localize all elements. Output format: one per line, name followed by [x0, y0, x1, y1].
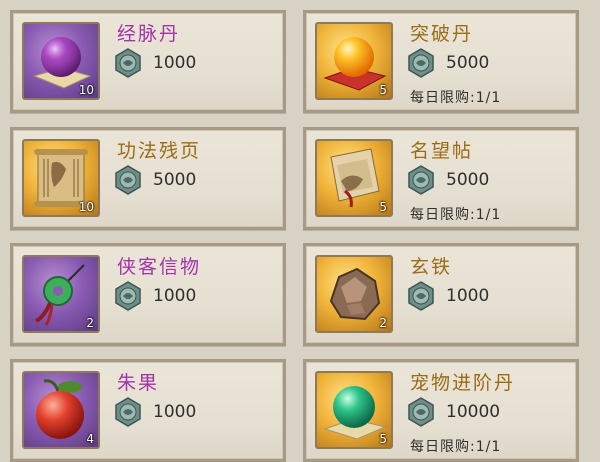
- item-name: 经脉丹: [117, 23, 181, 45]
- item-count: 10: [78, 200, 94, 214]
- scroll-page-icon: 10: [22, 139, 100, 217]
- item-price: 5000: [406, 165, 489, 195]
- item-price: 5000: [406, 48, 489, 78]
- shop-item-card[interactable]: 2 侠客信物 1000: [10, 243, 286, 346]
- red-fruit-icon: 4: [22, 371, 100, 449]
- price-value: 1000: [153, 53, 197, 73]
- shop-item-card[interactable]: 4 朱果 1000: [10, 359, 286, 462]
- purple-orb-icon: 10: [22, 22, 100, 100]
- shop-item-card[interactable]: 5 名望帖 5000 每日限购:1/1: [303, 127, 579, 230]
- item-name: 朱果: [117, 372, 160, 394]
- item-price: 5000: [113, 165, 196, 195]
- item-name: 功法残页: [117, 140, 202, 162]
- shop-item-card[interactable]: 10 功法残页 5000: [10, 127, 286, 230]
- item-price: 1000: [113, 48, 196, 78]
- iron-ore-icon: 2: [315, 255, 393, 333]
- item-price: 10000: [406, 397, 500, 427]
- jade-coin-icon: [408, 48, 434, 78]
- jade-pendant-icon: 2: [22, 255, 100, 333]
- daily-limit-text: 每日限购:1/1: [410, 207, 502, 223]
- jade-coin-icon: [408, 397, 434, 427]
- item-name: 宠物进阶丹: [410, 372, 516, 394]
- jade-coin-icon: [115, 48, 141, 78]
- shop-item-card[interactable]: 2 玄铁 1000: [303, 243, 579, 346]
- jade-coin-icon: [115, 165, 141, 195]
- price-value: 1000: [153, 286, 197, 306]
- golden-orb-icon: 5: [315, 22, 393, 100]
- item-price: 1000: [113, 281, 196, 311]
- shop-item-card[interactable]: 10 经脉丹 1000: [10, 10, 286, 113]
- item-count: 5: [379, 200, 387, 214]
- jade-coin-icon: [115, 281, 141, 311]
- daily-limit-text: 每日限购:1/1: [410, 439, 502, 455]
- item-price: 1000: [406, 281, 489, 311]
- item-count: 2: [86, 316, 94, 330]
- item-name: 玄铁: [410, 256, 453, 278]
- price-value: 10000: [446, 402, 501, 422]
- item-count: 2: [379, 316, 387, 330]
- price-value: 1000: [446, 286, 490, 306]
- item-name: 名望帖: [410, 140, 474, 162]
- item-count: 10: [78, 83, 94, 97]
- price-value: 5000: [446, 53, 490, 73]
- letter-scroll-icon: 5: [315, 139, 393, 217]
- item-count: 4: [86, 432, 94, 446]
- jade-coin-icon: [408, 281, 434, 311]
- item-name: 侠客信物: [117, 256, 202, 278]
- shop-item-card[interactable]: 5 突破丹 5000 每日限购:1/1: [303, 10, 579, 113]
- item-count: 5: [379, 432, 387, 446]
- price-value: 1000: [153, 402, 197, 422]
- price-value: 5000: [153, 170, 197, 190]
- jade-coin-icon: [408, 165, 434, 195]
- green-orb-icon: 5: [315, 371, 393, 449]
- shop-item-grid: 10 经脉丹 1000 5 突破丹 5000 每日限购:1/1 10 功法残页 …: [0, 0, 600, 462]
- daily-limit-text: 每日限购:1/1: [410, 90, 502, 106]
- item-price: 1000: [113, 397, 196, 427]
- item-name: 突破丹: [410, 23, 474, 45]
- item-count: 5: [379, 83, 387, 97]
- price-value: 5000: [446, 170, 490, 190]
- shop-item-card[interactable]: 5 宠物进阶丹 10000 每日限购:1/1: [303, 359, 579, 462]
- jade-coin-icon: [115, 397, 141, 427]
